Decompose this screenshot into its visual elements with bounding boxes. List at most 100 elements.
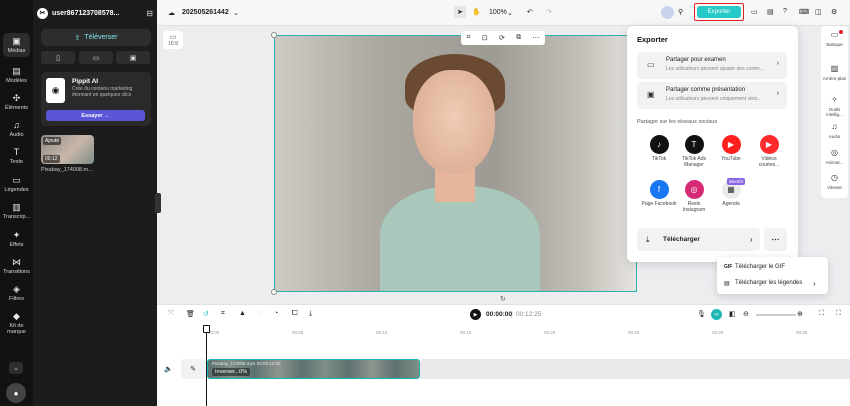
right-rail-item-speed[interactable]: ◷ Vitesse bbox=[821, 174, 848, 191]
download-captions-item[interactable]: Télécharger les légendes bbox=[735, 280, 802, 286]
fit-timeline-icon[interactable]: ⛶ bbox=[819, 310, 824, 318]
split-view-icon[interactable]: ◧ bbox=[729, 310, 736, 318]
review-title: Partager pour examen bbox=[666, 57, 726, 63]
zoom-slider[interactable] bbox=[756, 314, 796, 316]
layout-icon[interactable]: ◫ bbox=[815, 8, 822, 16]
upload-icon: ⇪ bbox=[74, 34, 81, 42]
right-rail-item-basic[interactable]: ▭ Basique bbox=[821, 31, 848, 48]
try-button[interactable]: Essayer → bbox=[46, 110, 145, 121]
current-time: 00:00:00 bbox=[486, 311, 513, 318]
copy-icon[interactable]: ⧉ bbox=[516, 34, 521, 42]
cover-button[interactable]: ✎ bbox=[181, 359, 205, 379]
play-button[interactable]: ▶ bbox=[470, 309, 481, 320]
zoom-chevron-icon[interactable]: ⌄ bbox=[507, 9, 513, 17]
project-name[interactable]: 202505261442 bbox=[182, 9, 229, 16]
resize-handle-tl[interactable] bbox=[271, 32, 277, 38]
zoom-in-icon[interactable]: ⊕ bbox=[797, 310, 803, 318]
share-tiktok-ads-manager[interactable]: T TikTok Ads Manager bbox=[676, 135, 712, 168]
right-rail-item-smart-tools[interactable]: ✧ Outils intellig... bbox=[821, 96, 848, 118]
download-button[interactable]: ⤓ Télécharger › bbox=[637, 228, 760, 251]
mic-icon[interactable]: 🎙 bbox=[697, 310, 706, 318]
resize-handle-bl[interactable] bbox=[271, 289, 277, 295]
record-button[interactable]: ▭ bbox=[79, 51, 113, 64]
replace-icon[interactable]: ⟳ bbox=[499, 34, 505, 42]
add-user-icon[interactable]: ⚲ bbox=[678, 8, 683, 16]
expand-icon[interactable]: ⌄ bbox=[9, 362, 23, 374]
delete-icon[interactable]: 🗑 bbox=[186, 310, 195, 318]
more-options-button[interactable]: ⋯ bbox=[764, 228, 787, 251]
chevron-down-icon[interactable]: ⌄ bbox=[233, 9, 239, 17]
playhead[interactable] bbox=[206, 326, 207, 406]
undo-icon[interactable]: ↶ bbox=[527, 8, 533, 16]
rail-item-captions[interactable]: ▭ Légendes bbox=[0, 172, 33, 196]
crop-clip-icon[interactable]: ⌗ bbox=[221, 310, 225, 318]
select-tool-icon[interactable]: ➤ bbox=[454, 6, 466, 18]
rail-item-filters[interactable]: ◈ Filtres bbox=[0, 281, 33, 305]
rail-item-brandkit[interactable]: ◆ Kit de marque bbox=[0, 308, 33, 338]
media-filename: Pixabay_174008.m... bbox=[41, 167, 93, 173]
present-icon[interactable]: ▭ bbox=[751, 8, 758, 16]
export-button[interactable]: Exporter bbox=[694, 3, 744, 21]
share-youtube[interactable]: ▶ YouTube bbox=[713, 135, 749, 162]
rotate-icon[interactable]: ↻ bbox=[500, 295, 506, 303]
link-icon[interactable]: ∞ bbox=[711, 309, 722, 320]
media-thumbnail[interactable]: Ajouté 00:12 bbox=[41, 135, 94, 164]
share-tiktok[interactable]: ♪ TikTok bbox=[641, 135, 677, 162]
share-reels-instagram[interactable]: ◎ Reels Instagram bbox=[676, 180, 712, 213]
right-rail-item-audio[interactable]: ♫ Audio bbox=[821, 123, 848, 140]
transform-icon[interactable]: ⧠ bbox=[292, 310, 298, 318]
right-rail-item-animation[interactable]: ◎ Animat... bbox=[821, 149, 848, 166]
rail-item-media[interactable]: ▣ Médias bbox=[3, 33, 30, 57]
playhead-handle[interactable] bbox=[203, 325, 210, 333]
share-for-review[interactable]: ▭ Partager pour examen Les utilisateurs … bbox=[637, 52, 787, 79]
share-as-presentation[interactable]: ▣ Partager comme présentation Les utilis… bbox=[637, 82, 787, 109]
share-page-facebook[interactable]: f Page Facebook bbox=[641, 180, 677, 207]
help-icon[interactable]: ? bbox=[783, 8, 787, 15]
fit-icon[interactable]: ⊡ bbox=[482, 34, 488, 42]
avatar[interactable]: ● bbox=[6, 383, 26, 403]
background-icon: ▨ bbox=[830, 64, 839, 73]
username: user867123708578... bbox=[52, 9, 120, 17]
panel-icon[interactable]: ▤ bbox=[767, 8, 774, 16]
social-label: Page Facebook bbox=[641, 201, 677, 207]
share-vid-os-courtes[interactable]: ▶ Vidéos courtes... bbox=[751, 135, 787, 168]
rail-item-elements[interactable]: ✣ Éléments bbox=[0, 90, 33, 114]
settings-icon[interactable]: ⚙ bbox=[831, 8, 837, 16]
speed-clip-icon[interactable]: ◔ bbox=[274, 310, 278, 317]
aspect-ratio-button[interactable]: ▭ 16:9 bbox=[163, 31, 183, 49]
redo-icon[interactable]: ↷ bbox=[546, 8, 552, 16]
zoom-out-icon[interactable]: ⊖ bbox=[743, 310, 749, 318]
audio-track-icon[interactable]: 🔈 bbox=[164, 365, 173, 373]
rail-item-templates[interactable]: ▤ Modèles bbox=[0, 63, 33, 87]
video-clip[interactable]: Pixabay_174008.mp4 00:00:12:25 Inverser.… bbox=[207, 359, 420, 379]
upload-button[interactable]: ⇪ Téléverser bbox=[41, 29, 151, 46]
track-empty-area[interactable] bbox=[420, 359, 850, 379]
more-icon[interactable]: ⋯ bbox=[532, 34, 539, 42]
download-clip-icon[interactable]: ⤓ bbox=[309, 310, 312, 318]
split-icon[interactable]: ⤧ bbox=[168, 310, 174, 318]
rail-item-audio[interactable]: ♫ Audio bbox=[0, 117, 33, 141]
account-header[interactable]: ✂ user867123708578... ⊟ bbox=[37, 6, 153, 20]
fullscreen-icon[interactable]: ⛶ bbox=[836, 310, 841, 318]
collaborator-avatar[interactable] bbox=[661, 6, 674, 19]
social-label: YouTube bbox=[721, 156, 741, 162]
mirror-icon[interactable]: ▲ bbox=[239, 310, 246, 317]
crop-icon[interactable]: ⌗ bbox=[467, 34, 471, 42]
reverse-icon[interactable]: ↺ bbox=[203, 310, 209, 318]
rail-item-effects[interactable]: ✦ Effets bbox=[0, 227, 33, 251]
phone-upload-button[interactable]: ▯ bbox=[41, 51, 75, 64]
video-preview[interactable] bbox=[274, 35, 637, 292]
rail-item-text[interactable]: T Texte bbox=[0, 144, 33, 168]
freeze-icon[interactable]: ◌ bbox=[257, 310, 261, 317]
rail-item-transitions[interactable]: ⋈ Transitions bbox=[0, 254, 33, 278]
zoom-level[interactable]: 100% bbox=[489, 9, 507, 16]
right-rail-item-background[interactable]: ▨ Arrière-plan bbox=[821, 64, 848, 82]
collapse-panel-icon[interactable]: ⊟ bbox=[146, 9, 153, 18]
download-gif-item[interactable]: Télécharger le GIF bbox=[735, 264, 785, 270]
gif-icon: GIF bbox=[724, 264, 733, 270]
rail-item-transcript[interactable]: ▥ Transcrip... bbox=[0, 199, 33, 223]
panel-collapse-handle[interactable] bbox=[155, 193, 161, 213]
hand-tool-icon[interactable]: ✋ bbox=[472, 8, 481, 16]
screen-record-button[interactable]: ▣ bbox=[116, 51, 150, 64]
keyboard-icon[interactable]: ⌨ bbox=[799, 8, 809, 16]
